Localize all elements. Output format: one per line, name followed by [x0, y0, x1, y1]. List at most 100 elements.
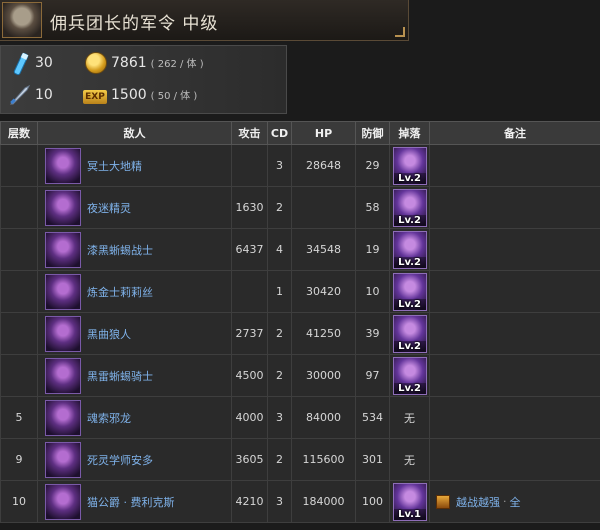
corner-ornament-icon — [395, 27, 405, 37]
cell-attack: 3605 — [231, 438, 268, 481]
drop-card[interactable]: Lv.2 — [392, 230, 427, 269]
drop-card[interactable]: Lv.2 — [392, 314, 427, 353]
cell-hp: 184000 — [291, 480, 356, 523]
enemy-avatar[interactable] — [45, 441, 81, 478]
cell-note: 越战越强 · 全 — [429, 480, 600, 523]
cell-note — [429, 396, 600, 439]
enemy-table: 层数 敌人 攻击 CD HP 防御 掉落 备注 冥土大地精 3 28648 29 — [0, 121, 600, 523]
cell-drop: Lv.2 — [389, 228, 430, 271]
cell-note — [429, 438, 600, 481]
drop-card[interactable]: Lv.2 — [392, 188, 427, 227]
cell-cd: 2 — [267, 186, 292, 229]
cell-hp: 28648 — [291, 144, 356, 187]
enemy-name-link[interactable]: 死灵学师安多 — [87, 452, 153, 468]
cell-defense: 29 — [355, 144, 390, 187]
cell-enemy: 夜迷精灵 — [37, 186, 232, 229]
enemy-table-wrap: 层数 敌人 攻击 CD HP 防御 掉落 备注 冥土大地精 3 28648 29 — [0, 121, 600, 523]
enemy-name-link[interactable]: 炼金士莉莉丝 — [87, 284, 153, 300]
enemy-avatar[interactable] — [45, 315, 81, 352]
drop-level: Lv.2 — [393, 172, 426, 184]
skill-link[interactable]: 越战越强 — [456, 496, 500, 509]
cell-attack — [231, 270, 268, 313]
drop-level: Lv.2 — [393, 298, 426, 310]
cell-drop: 无 — [389, 438, 430, 481]
table-row: 黑雷蜥蜴骑士 4500 2 30000 97 Lv.2 — [0, 354, 600, 397]
gold-reward: 7861( 262 / 体 ) — [111, 55, 204, 71]
enemy-name-link[interactable]: 冥土大地精 — [87, 158, 142, 174]
cell-drop: Lv.2 — [389, 144, 430, 187]
cell-enemy: 漆黑蜥蜴战士 — [37, 228, 232, 271]
gold-value: 7861 — [111, 55, 147, 71]
cell-hp — [291, 186, 356, 229]
enemy-avatar[interactable] — [45, 189, 81, 226]
cell-cd: 2 — [267, 438, 292, 481]
cell-hp: 30000 — [291, 354, 356, 397]
enemy-avatar[interactable] — [45, 231, 81, 268]
page-title: 佣兵团长的军令 中级 — [50, 14, 219, 34]
cell-attack: 6437 — [231, 228, 268, 271]
cell-cd: 2 — [267, 354, 292, 397]
stage-info-panel: 30 7861( 262 / 体 ) 10 EXP 1500( 50 / 体 ) — [0, 45, 287, 114]
cell-cd: 1 — [267, 270, 292, 313]
enemy-avatar[interactable] — [45, 483, 81, 520]
cell-cd: 3 — [267, 144, 292, 187]
cell-attack — [231, 144, 268, 187]
drop-card[interactable]: Lv.2 — [392, 146, 427, 185]
commander-portrait — [2, 2, 42, 38]
drop-level: Lv.1 — [393, 508, 426, 520]
exp-reward: 1500( 50 / 体 ) — [111, 87, 197, 103]
cell-cd: 2 — [267, 312, 292, 355]
cell-note — [429, 270, 600, 313]
cell-defense: 97 — [355, 354, 390, 397]
enemy-name-link[interactable]: 夜迷精灵 — [87, 200, 131, 216]
col-header-enemy: 敌人 — [37, 121, 232, 145]
enemy-name-link[interactable]: 黑曲狼人 — [87, 326, 131, 342]
col-header-attack: 攻击 — [231, 121, 268, 145]
table-row: 10 猫公爵 · 费利克斯 4210 3 184000 100 Lv.1 越战越… — [0, 480, 600, 523]
cell-defense: 301 — [355, 438, 390, 481]
info-row-item-exp: 10 EXP 1500( 50 / 体 ) — [1, 82, 286, 112]
cell-floor: 9 — [0, 438, 38, 481]
enemy-name-link[interactable]: 漆黑蜥蜴战士 — [87, 242, 153, 258]
drop-card[interactable]: Lv.2 — [392, 356, 427, 395]
drop-level: Lv.2 — [393, 382, 426, 394]
cell-floor — [0, 144, 38, 187]
enemy-avatar[interactable] — [45, 399, 81, 436]
enemy-avatar[interactable] — [45, 273, 81, 310]
gold-coin-icon — [85, 52, 107, 74]
title-bar: 佣兵团长的军令 中级 — [0, 0, 409, 41]
enemy-name-link[interactable]: 猫公爵 · 费利克斯 — [87, 494, 175, 510]
drop-card[interactable]: Lv.1 — [392, 482, 427, 521]
cell-cd: 4 — [267, 228, 292, 271]
enemy-avatar[interactable] — [45, 357, 81, 394]
info-row-stamina-gold: 30 7861( 262 / 体 ) — [1, 50, 286, 80]
skill-scope-link[interactable]: 全 — [510, 496, 521, 509]
cell-defense: 39 — [355, 312, 390, 355]
blade-icon — [9, 84, 31, 106]
cell-note — [429, 186, 600, 229]
note-separator: · — [503, 495, 507, 508]
cell-floor: 5 — [0, 396, 38, 439]
cell-enemy: 死灵学师安多 — [37, 438, 232, 481]
chest-icon — [436, 494, 450, 509]
enemy-name-link[interactable]: 魂索邪龙 — [87, 410, 131, 426]
table-row: 炼金士莉莉丝 1 30420 10 Lv.2 — [0, 270, 600, 313]
cell-drop: Lv.2 — [389, 312, 430, 355]
exp-badge-icon: EXP — [83, 90, 107, 104]
cell-note — [429, 312, 600, 355]
stamina-cost: 30 — [35, 55, 53, 71]
cell-attack: 4000 — [231, 396, 268, 439]
table-row: 夜迷精灵 1630 2 58 Lv.2 — [0, 186, 600, 229]
enemy-avatar[interactable] — [45, 147, 81, 184]
cell-drop: Lv.2 — [389, 354, 430, 397]
drop-level: Lv.2 — [393, 214, 426, 226]
table-row: 9 死灵学师安多 3605 2 115600 301 无 — [0, 438, 600, 481]
cell-floor: 10 — [0, 480, 38, 523]
drop-card[interactable]: Lv.2 — [392, 272, 427, 311]
col-header-hp: HP — [291, 121, 356, 145]
cell-defense: 19 — [355, 228, 390, 271]
table-row: 漆黑蜥蜴战士 6437 4 34548 19 Lv.2 — [0, 228, 600, 271]
enemy-name-link[interactable]: 黑雷蜥蜴骑士 — [87, 368, 153, 384]
cell-attack: 4210 — [231, 480, 268, 523]
drop-level: Lv.2 — [393, 256, 426, 268]
